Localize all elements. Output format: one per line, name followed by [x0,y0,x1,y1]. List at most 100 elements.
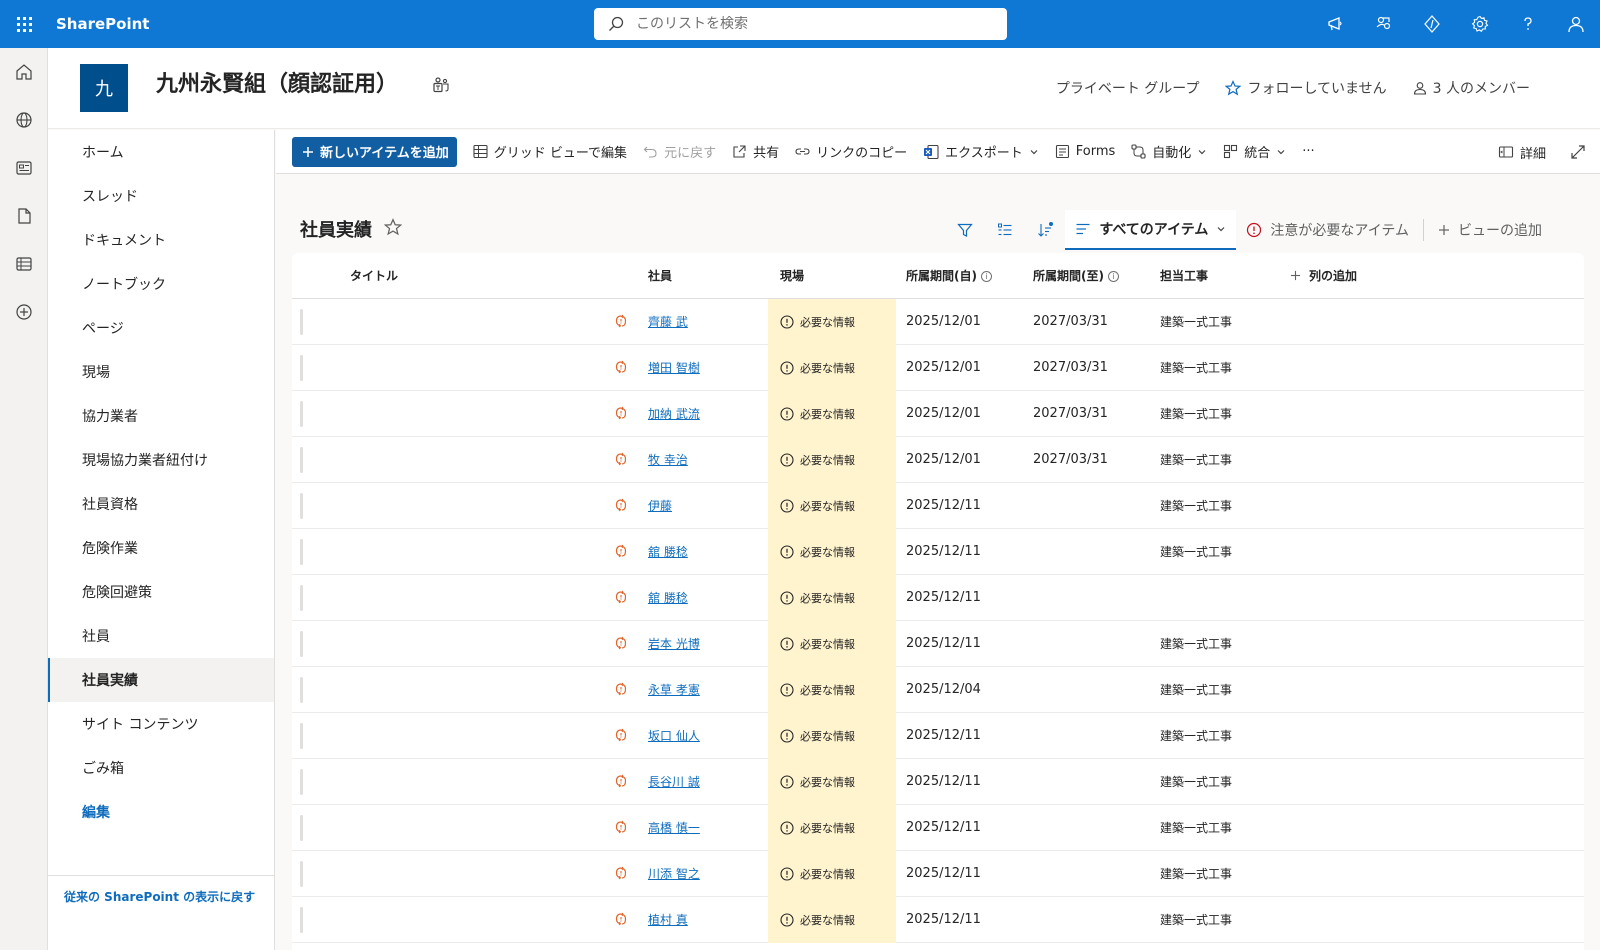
sync-status[interactable] [614,774,628,792]
view-options-button[interactable] [985,210,1025,250]
site-title[interactable]: 九州永賢組（顔認証用） [156,66,398,98]
title-cell[interactable] [350,299,642,345]
row-select-cell[interactable] [292,529,350,575]
row-select-cell[interactable] [292,667,350,713]
sharepoint-brand-link[interactable]: SharePoint [56,15,149,33]
title-cell[interactable] [350,897,642,943]
nav-item-notebook[interactable]: ノートブック [48,262,274,306]
table-row[interactable]: 岩本 光博 必要な情報 2025/12/11 建築一式工事 [292,620,1584,667]
details-pane-button[interactable]: 詳細 [1498,143,1546,162]
view-tab-attention[interactable]: 注意が必要なアイテム [1236,210,1419,250]
nav-item-employee-qualifications[interactable]: 社員資格 [48,482,274,526]
expand-icon[interactable] [1570,144,1586,160]
settings-button[interactable] [1456,0,1504,48]
nav-item-sites[interactable]: 現場 [48,350,274,394]
employee-link[interactable]: 坂口 仙人 [648,729,700,743]
row-select-cell[interactable] [292,345,350,391]
filter-button[interactable] [945,210,985,250]
site-cell[interactable]: 必要な情報 [768,850,896,897]
site-cell[interactable]: 必要な情報 [768,528,896,575]
row-select-cell[interactable] [292,391,350,437]
sync-status[interactable] [614,820,628,838]
add-view-button[interactable]: ビューの追加 [1428,210,1552,250]
employee-link[interactable]: 高橋 慎一 [648,821,700,835]
sync-status[interactable] [614,636,628,654]
sync-status[interactable] [614,360,628,378]
sync-status[interactable] [614,912,628,930]
nav-item-home[interactable]: ホーム [48,130,274,174]
employee-link[interactable]: 植村 真 [648,913,688,927]
sort-button[interactable] [1025,210,1065,250]
nav-item-pages[interactable]: ページ [48,306,274,350]
row-select-cell[interactable] [292,299,350,345]
site-cell[interactable]: 必要な情報 [768,620,896,667]
forms-button[interactable]: Forms [1055,144,1115,159]
search-box[interactable] [594,8,1007,40]
follow-button[interactable]: フォローしていません [1225,78,1387,98]
title-cell[interactable] [350,529,642,575]
title-cell[interactable] [350,575,642,621]
nav-item-hazardous-work[interactable]: 危険作業 [48,526,274,570]
site-cell[interactable]: 必要な情報 [768,896,896,943]
title-cell[interactable] [350,621,642,667]
nav-item-threads[interactable]: スレッド [48,174,274,218]
employee-link[interactable]: 牧 幸治 [648,453,688,467]
nav-item-recycle-bin[interactable]: ごみ箱 [48,746,274,790]
title-cell[interactable] [350,437,642,483]
title-cell[interactable] [350,713,642,759]
table-row[interactable]: 舘 勝稔 必要な情報 2025/12/11 建築一式工事 [292,528,1584,575]
employee-link[interactable]: 齊藤 武 [648,315,688,329]
employee-link[interactable]: 岩本 光博 [648,637,700,651]
sync-status[interactable] [614,406,628,424]
sync-status[interactable] [614,314,628,332]
nav-item-hazard-avoidance[interactable]: 危険回避策 [48,570,274,614]
sync-status[interactable] [614,866,628,884]
copy-link-button[interactable]: リンクのコピー [795,142,907,161]
column-header-title[interactable]: タイトル [350,253,642,299]
app-launcher-button[interactable] [0,0,48,48]
title-cell[interactable] [350,759,642,805]
feedback-button[interactable] [1312,0,1360,48]
row-select-cell[interactable] [292,759,350,805]
account-button[interactable] [1552,0,1600,48]
table-row[interactable]: 齊藤 武 必要な情報 2025/12/01 2027/03/31 建築一式工事 [292,298,1584,345]
classic-experience-link[interactable]: 従来の SharePoint の表示に戻す [64,888,255,905]
appbar-news-button[interactable] [0,144,48,192]
table-row[interactable]: 増田 智樹 必要な情報 2025/12/01 2027/03/31 建築一式工事 [292,344,1584,391]
info-icon[interactable]: i [980,271,992,282]
site-cell[interactable]: 必要な情報 [768,298,896,345]
row-select-cell[interactable] [292,897,350,943]
employee-link[interactable]: 増田 智樹 [648,361,700,375]
undo-button[interactable]: 元に戻す [643,142,716,161]
nav-item-site-partner-links[interactable]: 現場協力業者紐付け [48,438,274,482]
nav-item-partners[interactable]: 協力業者 [48,394,274,438]
site-cell[interactable]: 必要な情報 [768,574,896,621]
site-logo[interactable]: 九 [80,64,128,112]
share-button[interactable]: 共有 [732,142,779,161]
add-column-button[interactable]: 列の追加 [1280,267,1357,284]
row-select-cell[interactable] [292,851,350,897]
appbar-create-button[interactable] [0,288,48,336]
table-row[interactable]: 長谷川 誠 必要な情報 2025/12/11 建築一式工事 [292,758,1584,805]
column-header-work[interactable]: 担当工事 [1150,267,1280,284]
info-icon[interactable]: i [1107,271,1119,282]
nav-item-employees[interactable]: 社員 [48,614,274,658]
site-cell[interactable]: 必要な情報 [768,666,896,713]
title-cell[interactable] [350,805,642,851]
table-row[interactable]: 川添 智之 必要な情報 2025/12/11 建築一式工事 [292,850,1584,897]
select-all-cell[interactable] [292,253,350,299]
view-tab-all-items[interactable]: すべてのアイテム [1065,210,1237,250]
title-cell[interactable] [350,391,642,437]
site-cell[interactable]: 必要な情報 [768,712,896,759]
share-people-button[interactable] [1360,0,1408,48]
site-cell[interactable]: 必要な情報 [768,804,896,851]
column-header-to[interactable]: 所属期間(至) i [1023,267,1150,284]
favorite-star-icon[interactable] [384,218,402,236]
help-button[interactable] [1504,0,1552,48]
search-input[interactable] [636,16,976,32]
members-button[interactable]: 3 人のメンバー [1413,78,1530,98]
employee-link[interactable]: 長谷川 誠 [648,775,700,789]
table-row[interactable]: 永草 孝憲 必要な情報 2025/12/04 建築一式工事 [292,666,1584,713]
employee-link[interactable]: 舘 勝稔 [648,591,688,605]
more-actions-button[interactable]: ··· [1302,144,1314,159]
